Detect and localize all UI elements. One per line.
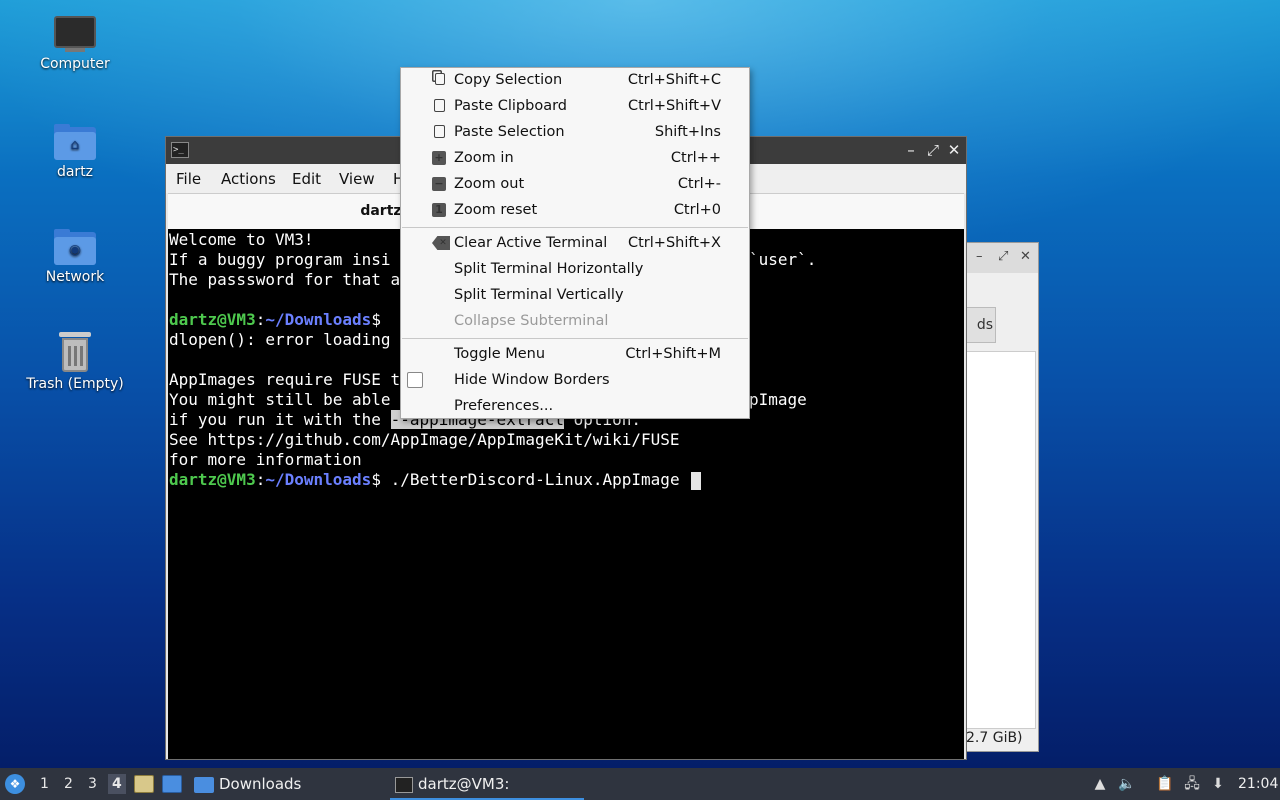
show-desktop-icon[interactable] (162, 775, 182, 793)
trash-icon (59, 332, 91, 372)
zoom-reset-icon: 1 (432, 203, 446, 217)
terminal-line: AppImages require FUSE t (169, 370, 401, 389)
workspace-4[interactable]: 4 (108, 774, 126, 794)
desktop-icon-trash[interactable]: Trash (Empty) (20, 332, 130, 392)
file-manager-list[interactable] (966, 351, 1036, 729)
zoom-out-icon: − (432, 177, 446, 191)
menu-separator (402, 227, 748, 228)
close-icon[interactable]: ✕ (1020, 249, 1031, 264)
menu-separator (402, 338, 748, 339)
computer-icon (20, 16, 130, 52)
file-manager-window[interactable]: – ⤢ ✕ ds 2.7 GiB) (963, 242, 1039, 752)
copy-icon (435, 73, 445, 85)
maximize-icon[interactable]: ⤢ (924, 141, 942, 159)
menu-item-hide-window-borders[interactable]: Hide Window Borders (402, 368, 748, 394)
file-manager-tab[interactable]: ds (966, 307, 996, 343)
terminal-line: for more information (169, 450, 362, 469)
task-terminal[interactable]: dartz@VM3: ~/Downl... (390, 768, 584, 800)
minimize-icon[interactable]: – (976, 249, 983, 264)
file-manager-titlebar[interactable]: – ⤢ ✕ (964, 243, 1038, 273)
clear-icon: ✕ (432, 236, 450, 250)
terminal-line: You might still be able (169, 390, 391, 409)
workspace-2[interactable]: 2 (64, 776, 73, 792)
menu-item-zoom-reset[interactable]: 1 Zoom reset Ctrl+0 (402, 198, 748, 224)
terminal-command: ./BetterDiscord-Linux.AppImage (380, 470, 680, 489)
hide-borders-checkbox[interactable] (407, 372, 423, 388)
taskbar: ❖ 1 2 3 4 Downloads dartz@VM3: ~/Downl..… (0, 768, 1280, 800)
terminal-line: pImage (749, 390, 807, 409)
menu-item-paste-selection[interactable]: Paste Selection Shift+Ins (402, 120, 748, 146)
start-menu-icon[interactable]: ❖ (5, 774, 25, 794)
terminal-line: `user`. (749, 250, 817, 269)
network-folder-icon: ◉ (54, 229, 96, 265)
menu-item-split-vertical[interactable]: Split Terminal Vertically (402, 283, 748, 309)
menu-item-zoom-in[interactable]: + Zoom in Ctrl++ (402, 146, 748, 172)
menu-edit[interactable]: Edit (292, 170, 321, 188)
desktop-icon-label: Trash (Empty) (26, 376, 124, 392)
terminal-line: The passsword for that a (169, 270, 401, 289)
desktop-icon-computer[interactable]: Computer (20, 16, 130, 72)
menu-actions[interactable]: Actions (221, 170, 276, 188)
folder-icon (194, 776, 214, 793)
desktop-icon-label: dartz (56, 164, 94, 180)
desktop-icon-label: Computer (40, 56, 110, 72)
terminal-prompt: dartz@VM3:~/Downloads$ ./BetterDiscord-L… (169, 470, 702, 490)
menu-view[interactable]: View (339, 170, 375, 188)
desktop-icon-network[interactable]: ◉ Network (20, 229, 130, 285)
tray-menu-icon[interactable]: ▲ (1091, 775, 1109, 793)
clock[interactable]: 21:04 (1238, 776, 1278, 792)
file-manager-status: 2.7 GiB) (966, 730, 1023, 746)
terminal-cursor (691, 471, 702, 490)
menu-file[interactable]: File (176, 170, 201, 188)
terminal-line: Welcome to VM3! (169, 230, 314, 249)
task-downloads[interactable]: Downloads (194, 768, 301, 800)
maximize-icon[interactable]: ⤢ (998, 249, 1008, 264)
terminal-prompt: dartz@VM3:~/Downloads$ (169, 310, 381, 329)
menu-item-clear-terminal[interactable]: ✕ Clear Active Terminal Ctrl+Shift+X (402, 231, 748, 257)
zoom-in-icon: + (432, 151, 446, 165)
volume-icon[interactable]: 🔈 (1118, 775, 1136, 793)
menu-item-copy-selection[interactable]: Copy Selection Ctrl+Shift+C (402, 68, 748, 94)
close-icon[interactable]: ✕ (945, 141, 963, 159)
workspace-3[interactable]: 3 (88, 776, 97, 792)
desktop-icon-dartz[interactable]: ⌂ dartz (20, 124, 130, 180)
file-manager-launcher-icon[interactable] (134, 775, 154, 793)
terminal-line: dlopen(): error loading (169, 330, 391, 349)
home-folder-icon: ⌂ (54, 124, 96, 160)
desktop-icon-label: Network (45, 269, 105, 285)
clipboard-icon[interactable]: 📋 (1156, 775, 1174, 793)
paste-icon (434, 125, 445, 138)
update-notifier-icon[interactable]: ⬇ (1209, 775, 1227, 793)
terminal-icon: >_ (171, 142, 189, 158)
paste-icon (434, 99, 445, 112)
context-menu: Copy Selection Ctrl+Shift+C Paste Clipbo… (400, 67, 750, 419)
terminal-line: If a buggy program insi (169, 250, 391, 269)
menu-item-toggle-menu[interactable]: Toggle Menu Ctrl+Shift+M (402, 342, 748, 368)
menu-item-paste-clipboard[interactable]: Paste Clipboard Ctrl+Shift+V (402, 94, 748, 120)
menu-item-split-horizontal[interactable]: Split Terminal Horizontally (402, 257, 748, 283)
terminal-line: See https://github.com/AppImage/AppImage… (169, 430, 680, 449)
menu-item-preferences[interactable]: Preferences... (402, 394, 748, 420)
menu-item-collapse-subterminal: Collapse Subterminal (454, 313, 609, 329)
menu-item-zoom-out[interactable]: − Zoom out Ctrl+- (402, 172, 748, 198)
network-icon[interactable]: 🖧 (1183, 775, 1201, 793)
terminal-icon (395, 776, 413, 793)
minimize-icon[interactable]: – (902, 141, 920, 159)
workspace-1[interactable]: 1 (40, 776, 49, 792)
